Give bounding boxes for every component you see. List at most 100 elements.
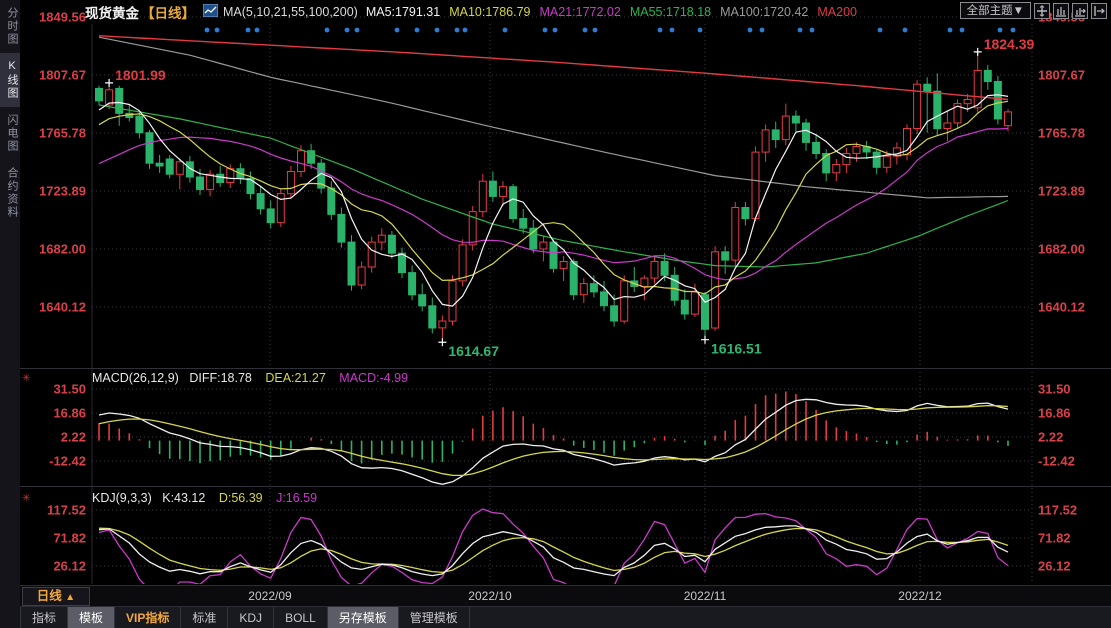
event-dot	[395, 28, 400, 33]
bottom-tab-bar: 指标模板VIP指标标准KDJBOLL另存模板管理模板	[20, 607, 1111, 628]
kdj-title: KDJ(9,3,3)	[92, 491, 152, 505]
bottom-tab-KDJ[interactable]: KDJ	[228, 607, 274, 628]
axis-label: 2.22	[61, 429, 86, 444]
date-label: 2022/12	[898, 589, 941, 603]
event-dot	[658, 28, 663, 33]
event-dot	[435, 28, 440, 33]
axis-label: 1682.00	[1038, 241, 1085, 256]
axis-label: -12.42	[1038, 453, 1075, 468]
axis-label: 1640.12	[1038, 299, 1085, 314]
event-dot	[748, 28, 753, 33]
axis-label: 1807.67	[1038, 67, 1085, 82]
event-dot	[455, 28, 460, 33]
ma-legend-item: MA55:1718.18	[630, 5, 711, 19]
event-dot	[583, 28, 588, 33]
axis-label: 71.82	[53, 530, 86, 545]
bottom-tab-BOLL[interactable]: BOLL	[274, 607, 328, 628]
kdj-header: KDJ(9,3,3) K:43.12 D:56.39 J:16.59	[92, 491, 317, 505]
event-dot	[903, 28, 908, 33]
event-dot	[345, 28, 350, 33]
x-axis-strip: 日线 ▲ 2022/09 2022/10 2022/11 2022/12	[20, 585, 1111, 607]
date-label: 2022/09	[248, 589, 291, 603]
ma-legend-item: MA21:1772.02	[540, 5, 621, 19]
event-dot	[503, 28, 508, 33]
crosshair-tool-button[interactable]	[1034, 3, 1050, 19]
event-dot	[960, 28, 965, 33]
trading-terminal: 分时图 K线图 闪电图 合约资料 现货黄金 【日线】 MA(5,10,21,55…	[0, 0, 1111, 628]
period-button[interactable]: 日线 ▲	[22, 587, 90, 606]
kdj-d-value: D:56.39	[219, 491, 263, 505]
event-dot	[205, 28, 210, 33]
event-dot	[325, 28, 330, 33]
macd-value: MACD:-4.99	[339, 371, 408, 385]
axis-label: 71.82	[1038, 530, 1071, 545]
sidebar-item-contract-info[interactable]: 合约资料	[0, 160, 20, 226]
theme-select-button[interactable]: 全部主题▼	[960, 2, 1031, 19]
bottom-tab-模板[interactable]: 模板	[68, 607, 115, 628]
symbol-title: 现货黄金	[85, 2, 139, 22]
event-dot	[415, 28, 420, 33]
axis-label: 1723.89	[39, 183, 86, 198]
chart-canvas[interactable]: 1801.991614.671616.511824.391849.561849.…	[0, 0, 1111, 628]
event-dot	[698, 28, 703, 33]
bottom-tab-另存模板[interactable]: 另存模板	[328, 607, 399, 628]
period-tag: 【日线】	[141, 2, 195, 22]
extreme-marker-icon	[701, 336, 709, 344]
ma-legend-item: MA200	[817, 5, 857, 19]
axis-label: 117.52	[1038, 502, 1077, 517]
axis-label: 1765.78	[39, 125, 86, 140]
event-dot	[255, 28, 260, 33]
axis-label: 26.12	[53, 558, 86, 573]
ma-legend: MA5:1791.31MA10:1786.79MA21:1772.02MA55:…	[366, 5, 866, 19]
price-annotation: 1824.39	[984, 36, 1035, 52]
macd-diff-value: DIFF:18.78	[189, 371, 252, 385]
axis-label: 1807.67	[39, 67, 86, 82]
axis-label: 1682.00	[39, 241, 86, 256]
event-dot	[760, 28, 765, 33]
price-annotation: 1801.99	[115, 67, 166, 83]
sidebar-item-timeshare-chart[interactable]: 分时图	[0, 0, 20, 53]
axis-label: -12.42	[49, 453, 86, 468]
axis-label: 1723.89	[1038, 183, 1085, 198]
kdj-settings-icon[interactable]: ✳	[22, 493, 30, 504]
event-dot	[810, 28, 815, 33]
kdj-k-value: K:43.12	[162, 491, 205, 505]
kline-icon	[203, 4, 218, 20]
event-dot	[670, 28, 675, 33]
zoom-out-button[interactable]	[1053, 3, 1069, 19]
bottom-tab-指标[interactable]: 指标	[20, 607, 68, 628]
axis-label: 16.86	[53, 405, 86, 420]
event-dot	[1011, 28, 1016, 33]
sidebar-item-kline-chart[interactable]: K线图	[0, 53, 20, 107]
bottom-tab-VIP指标[interactable]: VIP指标	[115, 607, 181, 628]
macd-header: MACD(26,12,9) DIFF:18.78 DEA:21.27 MACD:…	[92, 371, 408, 385]
bottom-tab-标准[interactable]: 标准	[181, 607, 228, 628]
event-dot	[553, 28, 558, 33]
axis-label: 26.12	[1038, 558, 1071, 573]
price-annotation: 1614.67	[448, 343, 499, 359]
event-dot	[798, 28, 803, 33]
event-dot	[246, 28, 251, 33]
macd-settings-icon[interactable]: ✳	[22, 373, 30, 384]
macd-title: MACD(26,12,9)	[92, 371, 179, 385]
date-label: 2022/10	[468, 589, 511, 603]
chart-header: 现货黄金 【日线】 MA(5,10,21,55,100,200) MA5:179…	[20, 0, 1111, 23]
event-dot	[463, 28, 468, 33]
bottom-tab-管理模板[interactable]: 管理模板	[399, 607, 470, 628]
price-annotation: 1616.51	[711, 341, 762, 357]
left-sidebar: 分时图 K线图 闪电图 合约资料	[0, 0, 20, 628]
event-dot	[878, 28, 883, 33]
sidebar-item-lightning-chart[interactable]: 闪电图	[0, 107, 20, 160]
divider-macd-kdj	[20, 486, 1111, 487]
axis-label: 1640.12	[39, 299, 86, 314]
axis-label: 117.52	[47, 502, 86, 517]
shift-right-button[interactable]	[1091, 3, 1107, 19]
divider-main-macd	[20, 368, 1111, 369]
date-label: 2022/11	[684, 589, 727, 603]
ma-legend-item: MA5:1791.31	[366, 5, 440, 19]
axis-label: 31.50	[53, 381, 86, 396]
axis-label: 2.22	[1038, 429, 1063, 444]
zoom-in-button[interactable]	[1072, 3, 1088, 19]
event-dot	[355, 28, 360, 33]
ma-legend-item: MA100:1720.42	[720, 5, 808, 19]
